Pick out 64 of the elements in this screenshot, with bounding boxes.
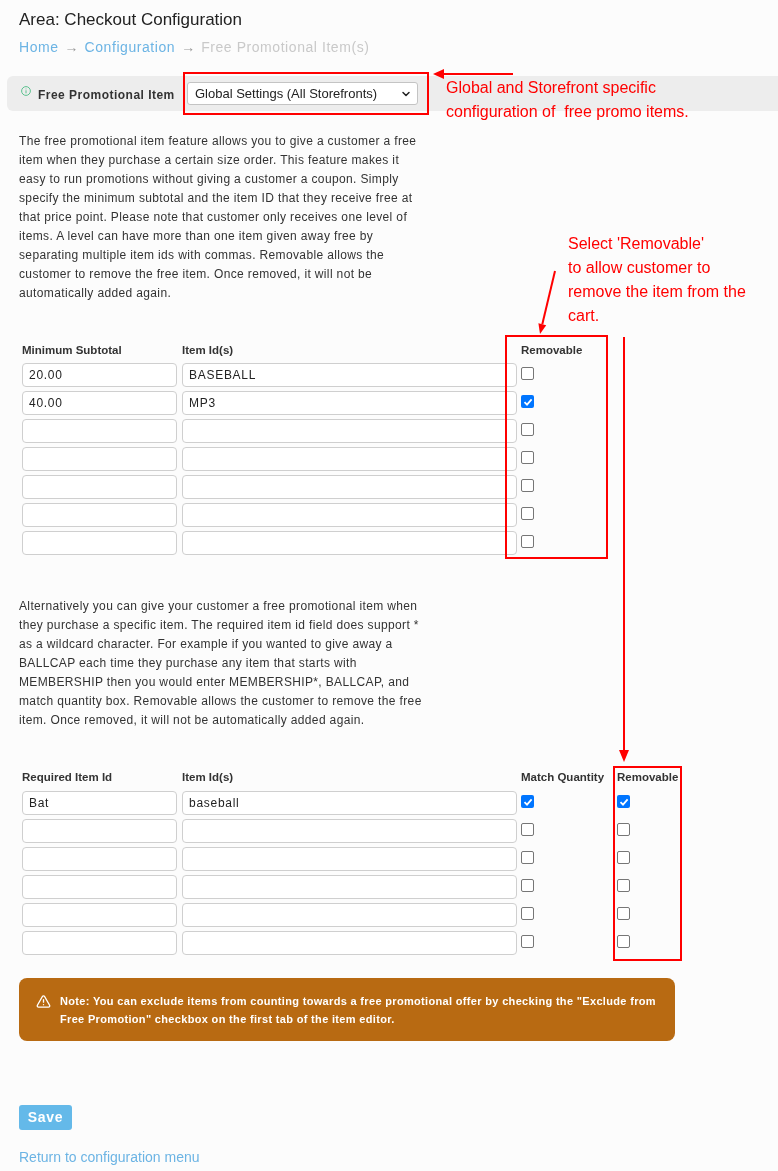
checkbox[interactable] [617, 935, 630, 948]
item-ids-field[interactable] [182, 419, 517, 443]
page-title: Area: Checkout Configuration [19, 9, 243, 31]
item-ids-field[interactable] [182, 847, 517, 871]
annotation-text: Select 'Removable' to allow customer to remove the item from the cart. [568, 234, 746, 326]
checkbox[interactable] [521, 823, 534, 836]
item-ids-field[interactable] [182, 819, 517, 843]
subtotal-field[interactable] [22, 475, 177, 499]
subtotal-field[interactable] [22, 531, 177, 555]
column-header: Required Item Id [22, 771, 113, 783]
item-ids-field[interactable] [182, 903, 517, 927]
breadcrumb-separator: → [181, 38, 196, 57]
column-header: Minimum Subtotal [22, 344, 122, 356]
wildcard-paragraph: Alternatively you can give your customer a free promotional item when they purchase a specific item. The required item id field does support * as a wildcard character. For example if you wanted to give away a BALLCAP each time they purchase any item that starts with MEMBERSHIP then you would enter MEMBERSHIP*, BALLCAP, and match quantity box. Removable allows the customer to remove the free item. Once removed, it will not be automatically added again. [19, 598, 423, 729]
checkbox[interactable] [521, 907, 534, 920]
checkbox[interactable] [521, 795, 534, 808]
checkbox[interactable] [617, 823, 630, 836]
checkbox[interactable] [521, 367, 534, 380]
checkbox[interactable] [521, 479, 534, 492]
item-ids-field[interactable] [182, 531, 517, 555]
item-ids-field[interactable]: MP3 [182, 391, 517, 415]
item-ids-field[interactable] [182, 875, 517, 899]
required-item-field[interactable] [22, 847, 177, 871]
item-ids-field[interactable] [182, 475, 517, 499]
storefront-select[interactable]: Global Settings (All Storefronts) [187, 82, 418, 105]
scope-label: Free Promotional Item [38, 87, 175, 102]
required-item-field[interactable] [22, 931, 177, 955]
checkbox[interactable] [521, 879, 534, 892]
checkbox[interactable] [617, 851, 630, 864]
subtotal-field[interactable] [22, 447, 177, 471]
column-header: Removable [521, 344, 583, 356]
breadcrumb-separator: → [64, 38, 79, 57]
checkbox[interactable] [617, 795, 630, 808]
checkbox[interactable] [521, 535, 534, 548]
required-item-field[interactable] [22, 819, 177, 843]
checkbox[interactable] [521, 935, 534, 948]
item-ids-field[interactable] [182, 931, 517, 955]
info-icon [21, 86, 31, 96]
checkbox[interactable] [617, 907, 630, 920]
subtotal-field[interactable]: 40.00 [22, 391, 177, 415]
column-header: Item Id(s) [182, 771, 234, 783]
required-item-field[interactable] [22, 903, 177, 927]
item-ids-field[interactable]: BASEBALL [182, 363, 517, 387]
column-header: Removable [617, 771, 679, 783]
subtotal-field[interactable]: 20.00 [22, 363, 177, 387]
checkbox[interactable] [521, 851, 534, 864]
subtotal-field[interactable] [22, 503, 177, 527]
checkbox[interactable] [521, 423, 534, 436]
warning-icon [36, 994, 51, 1009]
checkbox[interactable] [521, 507, 534, 520]
column-header: Item Id(s) [182, 344, 234, 356]
required-item-field[interactable] [22, 875, 177, 899]
checkbox[interactable] [617, 879, 630, 892]
intro-paragraph: The free promotional item feature allows you to give a customer a free item when they purchase a certain size order. This feature makes it easy to run promotions without giving a customer a coupon. Simply specify the minimum subtotal and the item ID that they receive free at that price point. Please note that customer only receives one level of items. A level can have more than one item given away free by separating multiple item ids with commas. Removable allows the customer to remove the free item. Once removed, it will not be automatically added again. [19, 133, 418, 302]
required-item-field[interactable]: Bat [22, 791, 177, 815]
item-ids-field[interactable]: baseball [182, 791, 517, 815]
item-ids-field[interactable] [182, 447, 517, 471]
checkbox[interactable] [521, 395, 534, 408]
checkbox[interactable] [521, 451, 534, 464]
column-header: Match Quantity [521, 771, 605, 783]
annotation-text: Global and Storefront specific configuration of free promo items. [446, 78, 689, 122]
item-ids-field[interactable] [182, 503, 517, 527]
subtotal-field[interactable] [22, 419, 177, 443]
note-text: Note: You can exclude items from counting towards a free promotional offer by checking the "Exclude from Free Promotion" checkbox on the first tab of the item editor. [60, 994, 657, 1027]
